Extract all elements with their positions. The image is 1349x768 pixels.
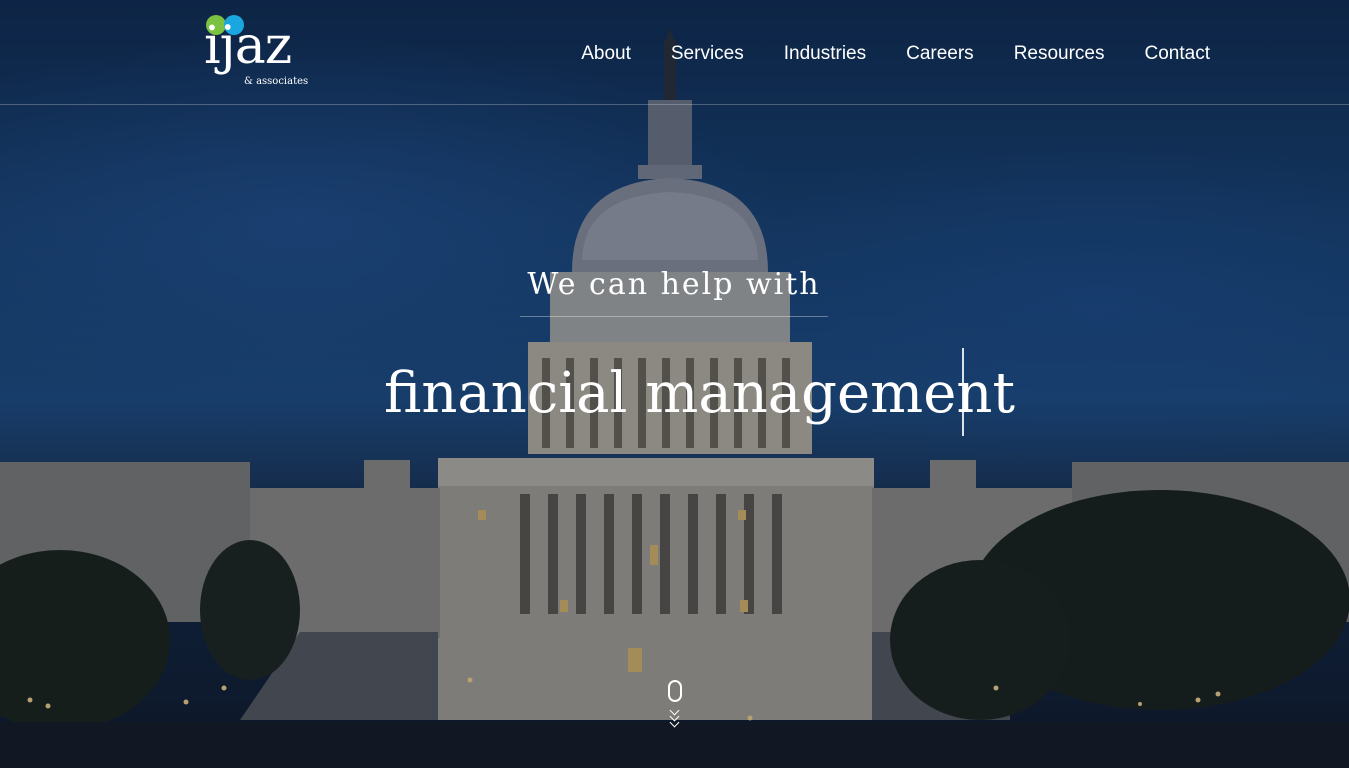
main-nav: About Services Industries Careers Resour… bbox=[581, 41, 1210, 67]
hero-headline: financial management bbox=[384, 361, 1015, 426]
typing-cursor bbox=[962, 348, 964, 436]
logo-tagline: & associates bbox=[244, 76, 309, 87]
mouse-outline-icon bbox=[668, 680, 682, 702]
nav-item-contact[interactable]: Contact bbox=[1145, 41, 1210, 67]
page: ijaz & associates About Services Industr… bbox=[0, 0, 1349, 768]
mouse-scroll-icon[interactable] bbox=[666, 680, 686, 736]
hero-subtitle: We can help with bbox=[520, 262, 828, 317]
site-header: ijaz & associates About Services Industr… bbox=[0, 0, 1349, 105]
nav-item-resources[interactable]: Resources bbox=[1014, 41, 1105, 67]
nav-item-services[interactable]: Services bbox=[671, 41, 744, 67]
chevron-down-icon bbox=[669, 717, 680, 728]
nav-item-industries[interactable]: Industries bbox=[784, 41, 866, 67]
brand-logo[interactable]: ijaz & associates bbox=[204, 12, 314, 92]
nav-item-about[interactable]: About bbox=[581, 41, 631, 67]
logo-wordmark: ijaz bbox=[204, 16, 292, 76]
nav-item-careers[interactable]: Careers bbox=[906, 41, 974, 67]
